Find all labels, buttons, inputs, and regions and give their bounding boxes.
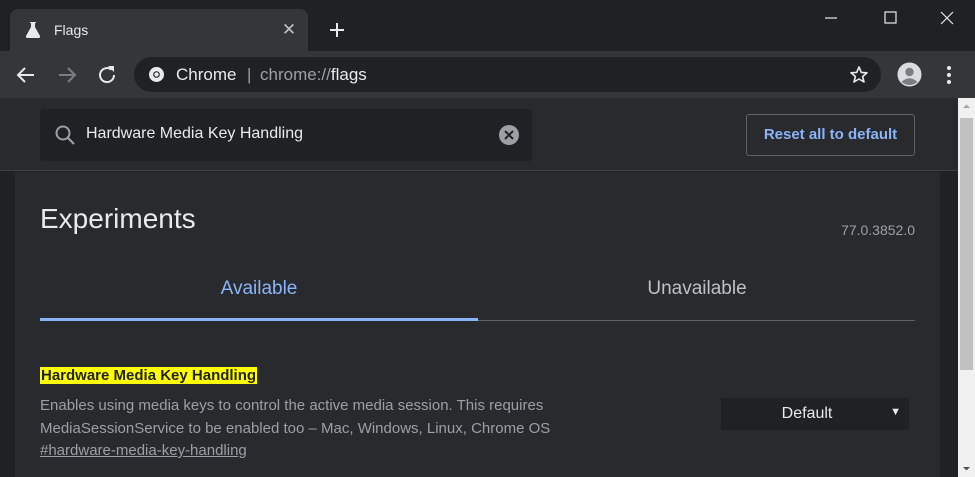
version-label: 77.0.3852.0 <box>841 222 915 238</box>
dropdown-arrow-icon: ▼ <box>890 406 901 418</box>
page-scrollbar[interactable] <box>958 98 975 477</box>
experiments-tabs: Available Unavailable <box>40 267 915 321</box>
experiment-state-select[interactable]: Default ▼ <box>721 398 909 430</box>
tab-title: Flags <box>54 22 89 38</box>
tab-available[interactable]: Available <box>40 267 478 321</box>
close-icon[interactable] <box>924 6 970 32</box>
browser-toolbar: Chrome | chrome://flags <box>0 51 975 98</box>
scrollbar-thumb[interactable] <box>960 118 973 370</box>
flags-header: Hardware Media Key Handling Reset all to… <box>0 98 958 171</box>
reset-all-button[interactable]: Reset all to default <box>746 114 915 156</box>
maximize-icon[interactable] <box>867 6 913 32</box>
forward-arrow-icon[interactable] <box>55 63 79 87</box>
search-icon <box>55 125 75 145</box>
back-arrow-icon[interactable] <box>14 63 38 87</box>
chrome-logo-icon <box>149 67 164 82</box>
experiment-description-line2: MediaSessionService to be enabled too – … <box>40 420 551 437</box>
more-vertical-icon[interactable] <box>938 64 960 86</box>
flags-page: Hardware Media Key Handling Reset all to… <box>0 98 958 477</box>
experiment-state-value: Default <box>781 405 833 422</box>
experiment-description-line1: Enables using media keys to control the … <box>40 397 544 414</box>
page-title: Experiments <box>40 203 196 234</box>
url-prefix: chrome:// <box>260 65 331 84</box>
experiments-panel: Experiments 77.0.3852.0 Available Unavai… <box>15 172 940 477</box>
scroll-down-arrow-icon[interactable] <box>958 460 975 477</box>
experiment-description: Enables using media keys to control the … <box>40 394 620 440</box>
reload-icon[interactable] <box>95 63 119 87</box>
minimize-icon[interactable] <box>808 6 854 32</box>
omnibox-url[interactable]: chrome://flags <box>260 65 367 85</box>
profile-avatar-icon[interactable] <box>897 62 922 87</box>
clear-search-icon[interactable] <box>498 124 520 146</box>
bookmark-star-icon[interactable] <box>849 65 869 85</box>
url-path: flags <box>330 65 367 84</box>
search-value[interactable]: Hardware Media Key Handling <box>86 125 303 143</box>
omnibox-separator: | <box>247 65 252 84</box>
experiment-permalink[interactable]: #hardware-media-key-handling <box>40 442 247 459</box>
tab-unavailable[interactable]: Unavailable <box>478 267 916 321</box>
tab-flags[interactable]: Flags ✕ <box>10 9 308 51</box>
experiment-name: Hardware Media Key Handling <box>40 367 258 384</box>
new-tab-icon[interactable] <box>326 19 348 41</box>
flask-icon <box>25 22 41 38</box>
scroll-up-arrow-icon[interactable] <box>958 98 975 115</box>
search-input[interactable]: Hardware Media Key Handling <box>40 109 532 161</box>
title-bar: Flags ✕ <box>0 0 975 51</box>
tab-close-icon[interactable]: ✕ <box>280 21 298 39</box>
omnibox[interactable]: Chrome | chrome://flags <box>134 57 881 92</box>
omnibox-site-label: Chrome <box>176 65 237 84</box>
